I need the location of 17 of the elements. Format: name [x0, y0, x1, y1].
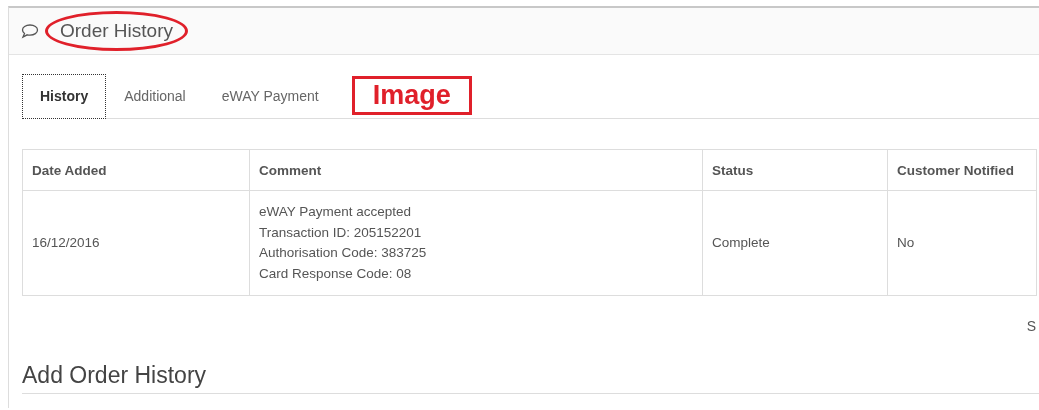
comment-line: Authorisation Code: 383725 — [259, 244, 428, 262]
column-header: Status — [702, 149, 888, 191]
comment-line: Card Response Code: 08 — [259, 264, 413, 283]
table-cell: 16/12/2016 — [22, 190, 250, 296]
column-header: Customer Notified — [887, 149, 1037, 191]
column-header: Date Added — [22, 149, 250, 191]
table-cell: No — [887, 190, 1037, 296]
panel-title: Order History — [45, 11, 188, 51]
tab[interactable]: History — [22, 73, 107, 119]
table-cell: Complete — [702, 190, 888, 296]
comment-line: Transaction ID: 205152201 — [259, 223, 423, 242]
annotation-label: Image — [351, 76, 472, 115]
section-title: Add Order History — [22, 362, 1039, 394]
comment-icon — [21, 23, 39, 39]
column-header: Comment — [249, 149, 703, 191]
pagination-text: S — [1026, 318, 1036, 334]
comment-line: eWAY Payment accepted — [259, 203, 413, 221]
